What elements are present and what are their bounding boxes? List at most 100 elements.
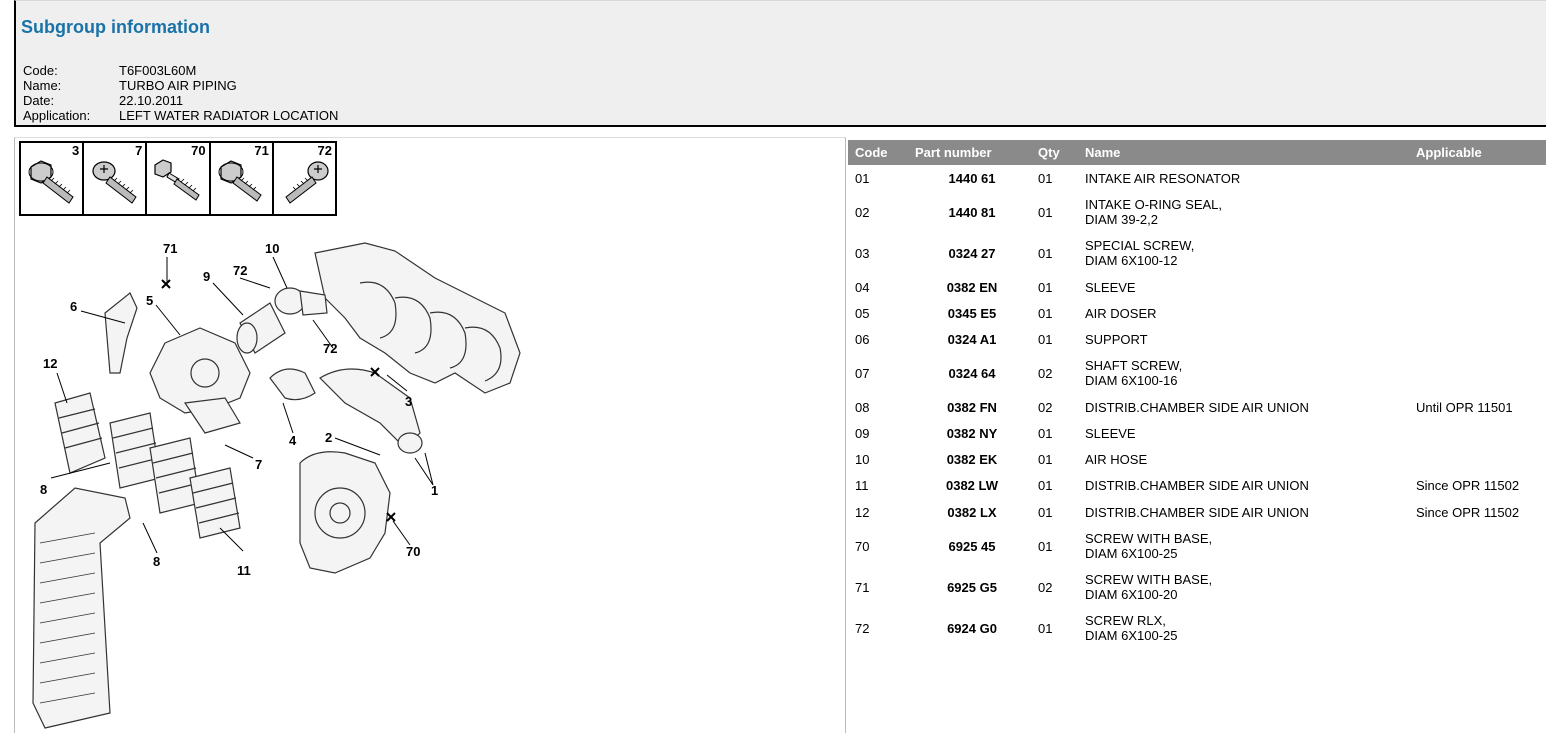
cell-name: AIR DOSER (1085, 306, 1157, 321)
info-value: LEFT WATER RADIATOR LOCATION (119, 108, 339, 123)
cell-qty: 01 (1038, 452, 1053, 467)
cell-part-number[interactable]: 0324 64 (924, 366, 1020, 381)
screw-cell[interactable]: 3 (21, 143, 85, 214)
cell-code: 06 (855, 332, 870, 347)
column-header-part-number[interactable]: Part number (915, 145, 992, 160)
table-row[interactable]: 03 0324 27 01 SPECIAL SCREW, DIAM 6X100-… (848, 238, 1546, 268)
callout-label: 8 (40, 482, 47, 497)
screw-cell[interactable]: 70 (147, 143, 211, 214)
callout-label: 10 (265, 241, 279, 256)
screw-number: 7 (135, 143, 143, 158)
cell-code: 08 (855, 400, 870, 415)
cell-code: 10 (855, 452, 870, 467)
cell-part-number[interactable]: 1440 61 (924, 171, 1020, 186)
exploded-parts-diagram: 71 10 72 9 6 5 72 12 3 4 2 7 1 8 8 70 11 (32, 241, 521, 729)
cell-name: INTAKE O-RING SEAL, DIAM 39-2,2 (1085, 197, 1223, 227)
cell-code: 72 (855, 621, 870, 636)
info-value: T6F003L60M (119, 63, 197, 78)
cell-part-number[interactable]: 1440 81 (924, 205, 1020, 220)
column-header-qty[interactable]: Qty (1038, 145, 1060, 160)
callout-label: 4 (289, 433, 297, 448)
screw-legend: 3 7 70 71 72 (19, 141, 337, 216)
cell-code: 70 (855, 539, 870, 554)
info-label: Code: (23, 63, 58, 78)
screw-number: 3 (71, 143, 80, 158)
callout-label: 1 (431, 483, 438, 498)
cell-code: 01 (855, 171, 870, 186)
cell-part-number[interactable]: 0324 A1 (924, 332, 1020, 347)
cell-qty: 01 (1038, 505, 1053, 520)
cell-code: 09 (855, 426, 870, 441)
cell-part-number[interactable]: 0382 NY (924, 426, 1020, 441)
cell-part-number[interactable]: 6924 G0 (924, 621, 1020, 636)
screw-cell[interactable]: 72 (274, 143, 335, 214)
cell-part-number[interactable]: 0382 LX (924, 505, 1020, 520)
cell-name: SCREW RLX, DIAM 6X100-25 (1085, 613, 1178, 643)
table-row[interactable]: 11 0382 LW 01 DISTRIB.CHAMBER SIDE AIR U… (848, 478, 1546, 493)
cell-qty: 01 (1038, 205, 1053, 220)
cell-code: 07 (855, 366, 870, 381)
column-header-applicable[interactable]: Applicable (1416, 145, 1482, 160)
cell-code: 71 (855, 580, 870, 595)
cell-applicable: Since OPR 11502 (1416, 505, 1520, 520)
round-head-screw-icon (285, 161, 329, 204)
table-row[interactable]: 06 0324 A1 01 SUPPORT (848, 332, 1546, 347)
cell-part-number[interactable]: 0382 EN (924, 280, 1020, 295)
callout-label: 3 (405, 394, 412, 409)
screw-cell[interactable]: 71 (211, 143, 274, 214)
table-row[interactable]: 07 0324 64 02 SHAFT SCREW, DIAM 6X100-16 (848, 358, 1546, 388)
diagram-panel: 3 7 70 71 72 71 10 72 9 6 5 72 12 3 4 2 … (14, 137, 846, 733)
cell-qty: 01 (1038, 246, 1053, 261)
cell-code: 12 (855, 505, 870, 520)
cell-qty: 02 (1038, 400, 1053, 415)
cell-name: SCREW WITH BASE, DIAM 6X100-20 (1085, 572, 1213, 602)
info-label: Application: (23, 108, 91, 123)
cell-name: SPECIAL SCREW, DIAM 6X100-12 (1085, 238, 1195, 268)
cell-part-number[interactable]: 0324 27 (924, 246, 1020, 261)
table-row[interactable]: 71 6925 G5 02 SCREW WITH BASE, DIAM 6X10… (848, 572, 1546, 602)
callout-label: 72 (233, 263, 247, 278)
cell-part-number[interactable]: 6925 45 (924, 539, 1020, 554)
page-title: Subgroup information (21, 17, 210, 37)
cell-qty: 02 (1038, 366, 1053, 381)
socket-screw-icon (92, 161, 137, 204)
callout-label: 71 (163, 241, 177, 256)
callout-label: 7 (255, 457, 262, 472)
table-row[interactable]: 04 0382 EN 01 SLEEVE (848, 280, 1546, 295)
callout-label: 72 (323, 341, 337, 356)
table-row[interactable]: 72 6924 G0 01 SCREW RLX, DIAM 6X100-25 (848, 613, 1546, 643)
cell-part-number[interactable]: 6925 G5 (924, 580, 1020, 595)
cell-part-number[interactable]: 0345 E5 (924, 306, 1020, 321)
table-row[interactable]: 01 1440 61 01 INTAKE AIR RESONATOR (848, 171, 1546, 186)
cell-name: SLEEVE (1085, 280, 1136, 295)
cell-code: 02 (855, 205, 870, 220)
cell-name: DISTRIB.CHAMBER SIDE AIR UNION (1085, 400, 1309, 415)
table-row[interactable]: 10 0382 EK 01 AIR HOSE (848, 452, 1546, 467)
table-row[interactable]: 05 0345 E5 01 AIR DOSER (848, 306, 1546, 321)
callout-label: 2 (325, 430, 332, 445)
table-row[interactable]: 09 0382 NY 01 SLEEVE (848, 426, 1546, 441)
cell-code: 04 (855, 280, 870, 295)
cell-qty: 01 (1038, 306, 1053, 321)
cell-code: 03 (855, 246, 870, 261)
cell-qty: 01 (1038, 332, 1053, 347)
cell-part-number[interactable]: 0382 LW (924, 478, 1020, 493)
table-row[interactable]: 02 1440 81 01 INTAKE O-RING SEAL, DIAM 3… (848, 197, 1546, 227)
table-row[interactable]: 70 6925 45 01 SCREW WITH BASE, DIAM 6X10… (848, 531, 1546, 561)
table-row[interactable]: 08 0382 FN 02 DISTRIB.CHAMBER SIDE AIR U… (848, 400, 1546, 415)
cell-qty: 01 (1038, 539, 1053, 554)
cell-applicable: Since OPR 11502 (1416, 478, 1520, 493)
callout-label: 6 (70, 299, 77, 314)
info-label: Name: (23, 78, 62, 93)
callout-label: 9 (203, 269, 210, 284)
table-row[interactable]: 12 0382 LX 01 DISTRIB.CHAMBER SIDE AIR U… (848, 505, 1546, 520)
table-header: Code Part number Qty Name Applicable (848, 140, 1546, 165)
info-label: Date: (23, 93, 55, 108)
column-header-code[interactable]: Code (855, 145, 888, 160)
cell-part-number[interactable]: 0382 FN (924, 400, 1020, 415)
screw-number: 70 (191, 143, 206, 158)
cell-part-number[interactable]: 0382 EK (924, 452, 1020, 467)
screw-number: 72 (317, 143, 333, 158)
screw-cell[interactable]: 7 (84, 143, 148, 214)
column-header-name[interactable]: Name (1085, 145, 1120, 160)
